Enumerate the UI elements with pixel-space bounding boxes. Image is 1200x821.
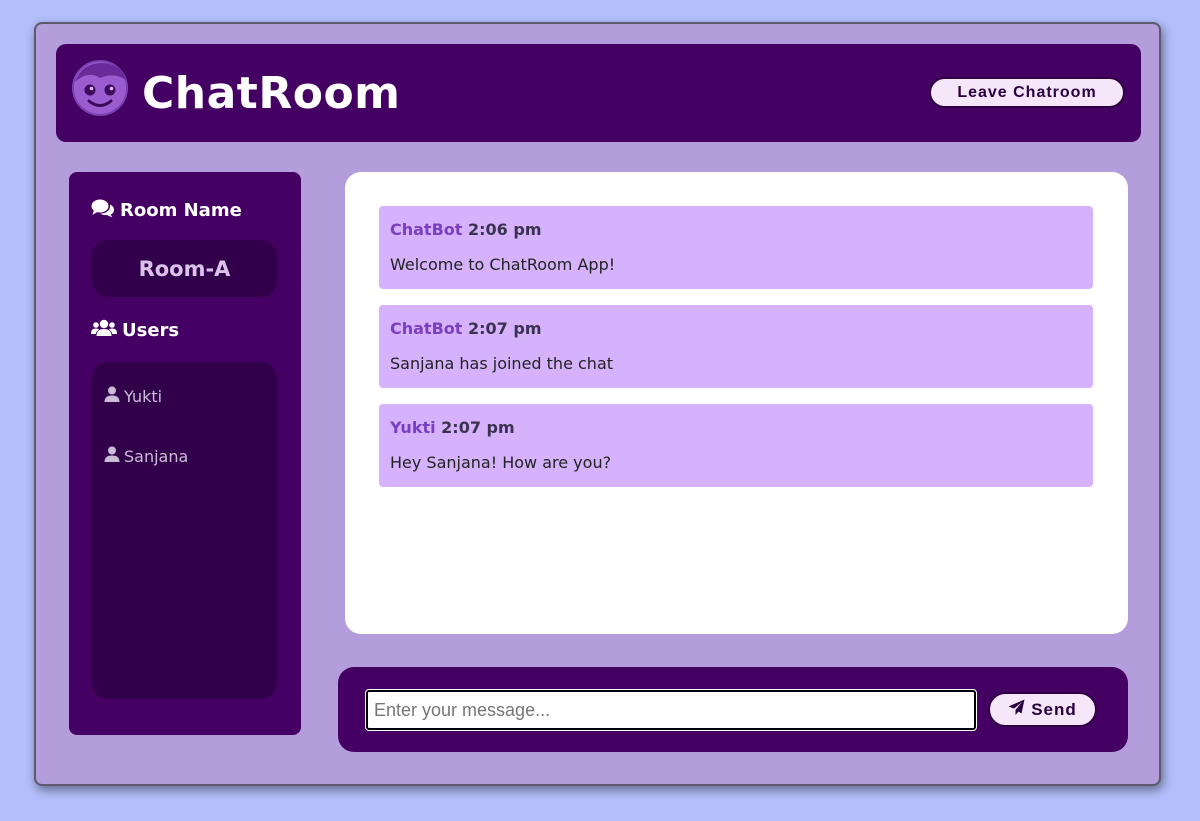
users-list: Yukti Sanjana [92, 362, 277, 699]
message-time: 2:07 pm [468, 319, 542, 338]
room-name-heading: Room Name [91, 198, 242, 223]
chat-messages[interactable]: ChatBot 2:06 pm Welcome to ChatRoom App!… [345, 172, 1128, 634]
chat-app: ChatRoom Leave Chatroom Room Name Room-A [34, 22, 1161, 786]
user-name: Yukti [124, 386, 163, 406]
room-heading-label: Room Name [120, 200, 242, 221]
smiley-face-icon [70, 58, 130, 118]
user-item: Yukti [104, 386, 162, 406]
leave-chatroom-button[interactable]: Leave Chatroom [929, 77, 1125, 108]
message-item: Yukti 2:07 pm Hey Sanjana! How are you? [379, 404, 1093, 487]
message-meta: ChatBot 2:06 pm [390, 220, 542, 239]
message-composer: Send [338, 667, 1128, 752]
users-heading: Users [91, 318, 179, 343]
sidebar: Room Name Room-A Users Yukti Sanjana [69, 172, 301, 735]
message-author: Yukti [390, 418, 436, 437]
room-name-display: Room-A [92, 240, 277, 297]
message-meta: Yukti 2:07 pm [390, 418, 515, 437]
users-icon [91, 318, 117, 343]
message-time: 2:06 pm [468, 220, 542, 239]
app-title: ChatRoom [142, 68, 401, 119]
user-icon [104, 446, 120, 466]
message-text: Welcome to ChatRoom App! [390, 255, 616, 274]
user-item: Sanjana [104, 446, 188, 466]
message-input[interactable] [365, 689, 977, 731]
header: ChatRoom Leave Chatroom [56, 44, 1141, 142]
message-meta: ChatBot 2:07 pm [390, 319, 542, 338]
comments-icon [91, 198, 115, 223]
user-name: Sanjana [124, 446, 189, 466]
user-icon [104, 386, 120, 406]
send-label: Send [1031, 699, 1077, 719]
message-item: ChatBot 2:07 pm Sanjana has joined the c… [379, 305, 1093, 388]
message-author: ChatBot [390, 220, 463, 239]
users-heading-label: Users [122, 320, 180, 341]
message-text: Hey Sanjana! How are you? [390, 453, 612, 472]
message-item: ChatBot 2:06 pm Welcome to ChatRoom App! [379, 206, 1093, 289]
send-button[interactable]: Send [988, 692, 1097, 727]
paper-plane-icon [1008, 699, 1025, 721]
message-text: Sanjana has joined the chat [390, 354, 614, 373]
message-author: ChatBot [390, 319, 463, 338]
message-time: 2:07 pm [441, 418, 515, 437]
